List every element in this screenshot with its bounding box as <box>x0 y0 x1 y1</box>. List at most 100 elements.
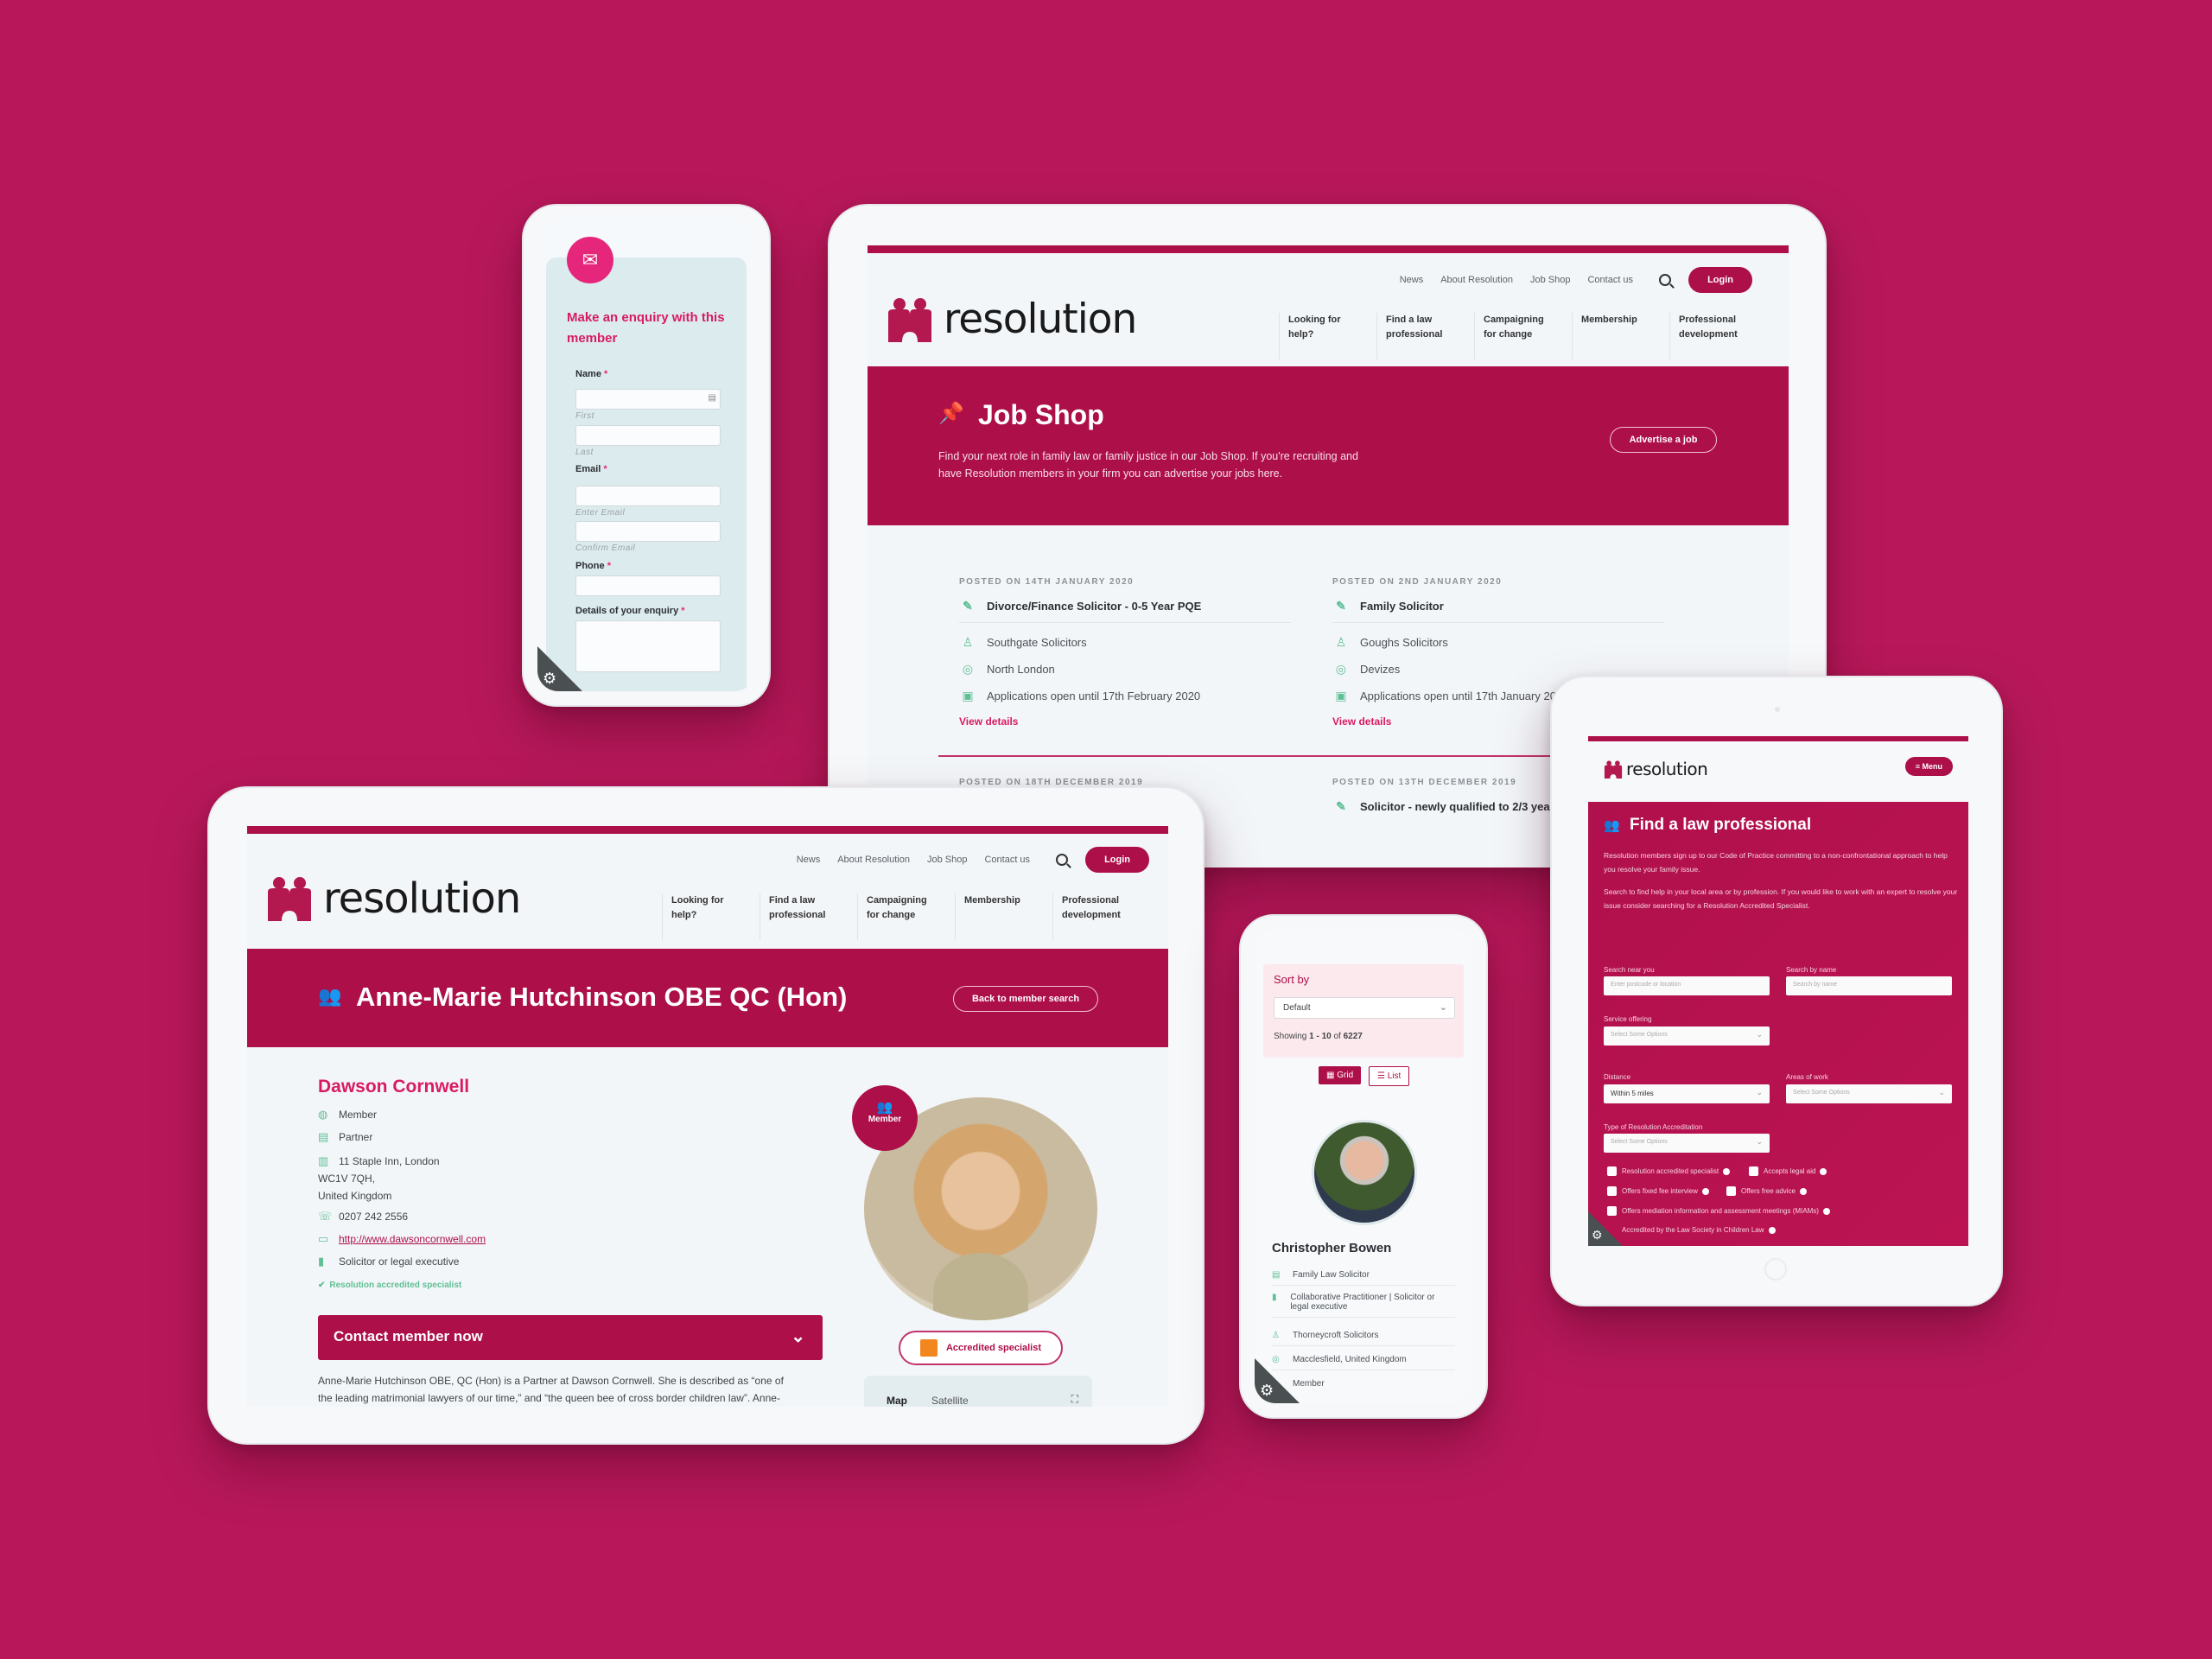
fullscreen-icon[interactable]: ⛶ <box>1071 1393 1078 1406</box>
nav-jobshop[interactable]: Job Shop <box>1530 275 1570 285</box>
list-view-button[interactable]: ☰ List <box>1369 1066 1410 1086</box>
info-icon[interactable] <box>1768 1226 1776 1234</box>
areas-of-work-select[interactable]: Select Some Options ⌄ <box>1786 1084 1952 1103</box>
nav-campaigning[interactable]: Campaigning for change <box>1474 313 1572 359</box>
profile-screen: resolution News About Resolution Job Sho… <box>247 826 1168 1407</box>
accredited-specialist-badge[interactable]: Accredited specialist <box>899 1331 1063 1365</box>
person-icon: ♙ <box>962 635 974 649</box>
nav-about[interactable]: About Resolution <box>1440 275 1513 285</box>
first-name-input[interactable]: ▤ <box>575 389 721 410</box>
info-icon[interactable] <box>1723 1167 1731 1175</box>
nav-about[interactable]: About Resolution <box>837 855 910 865</box>
nav-looking-for-help[interactable]: Looking for help? <box>662 893 760 940</box>
member-icon: ◍ <box>318 1108 328 1121</box>
info-icon[interactable] <box>1800 1187 1807 1195</box>
nav-find-law-professional[interactable]: Find a law professional <box>760 893 857 940</box>
gear-icon: ⚙ <box>543 670 557 687</box>
jobshop-intro: Find your next role in family law or fam… <box>938 450 1358 480</box>
resolution-mark-icon <box>268 877 311 921</box>
nav-membership[interactable]: Membership <box>1572 313 1669 359</box>
chevron-down-icon: ⌄ <box>1756 1030 1763 1039</box>
nav-professional-development[interactable]: Professional development <box>1669 313 1747 359</box>
utility-nav: News About Resolution Job Shop Contact u… <box>779 847 1149 873</box>
logo-wordmark: resolution <box>1626 759 1708 779</box>
info-icon[interactable] <box>1701 1187 1709 1195</box>
jobshop-title: Job Shop <box>978 399 1104 430</box>
chevron-down-icon: ⌄ <box>1439 1002 1447 1013</box>
monitor-icon: ▭ <box>318 1232 329 1245</box>
checkbox-fixed-fee[interactable]: Offers fixed fee interview <box>1607 1186 1709 1196</box>
pushpin-icon: ✎ <box>963 599 973 613</box>
logo-wordmark: resolution <box>323 874 521 923</box>
job-title[interactable]: ✎ Family Solicitor <box>1332 599 1664 623</box>
areas-of-work-label: Areas of work <box>1786 1073 1828 1081</box>
job-title[interactable]: ✎ Divorce/Finance Solicitor - 0-5 Year PQ… <box>959 599 1291 623</box>
nav-membership[interactable]: Membership <box>955 893 1052 940</box>
login-button[interactable]: Login <box>1085 847 1149 873</box>
nav-campaigning[interactable]: Campaigning for change <box>857 893 955 940</box>
books-icon: ▮ <box>318 1255 325 1268</box>
checkbox-children-law[interactable]: Accredited by the Law Society in Childre… <box>1607 1225 1776 1235</box>
resolution-logo[interactable]: resolution <box>887 296 1137 343</box>
member-name[interactable]: Christopher Bowen <box>1272 1241 1391 1255</box>
info-icon[interactable] <box>1822 1207 1830 1215</box>
nav-news[interactable]: News <box>1400 275 1424 285</box>
search-icon[interactable] <box>1056 854 1069 866</box>
search-name-input[interactable]: Search by name <box>1786 976 1952 995</box>
back-to-search-button[interactable]: Back to member search <box>953 986 1098 1012</box>
nav-professional-development[interactable]: Professional development <box>1052 893 1130 940</box>
checkbox-miams[interactable]: Offers mediation information and assessm… <box>1607 1206 1830 1216</box>
gear-icon: ⚙ <box>1260 1382 1274 1399</box>
nav-news[interactable]: News <box>797 855 821 865</box>
home-button[interactable] <box>1764 1258 1787 1281</box>
resolution-logo[interactable]: resolution <box>266 874 521 923</box>
contact-member-button[interactable]: Contact member now ⌄ <box>318 1315 823 1360</box>
search-icon[interactable] <box>1659 274 1672 286</box>
satellite-tab[interactable]: Satellite <box>931 1395 969 1407</box>
advertise-job-button[interactable]: Advertise a job <box>1610 427 1717 453</box>
nav-looking-for-help[interactable]: Looking for help? <box>1279 313 1376 359</box>
nav-find-law-professional[interactable]: Find a law professional <box>1376 313 1474 359</box>
service-offering-label: Service offering <box>1604 1015 1652 1023</box>
checkbox-legal-aid[interactable]: Accepts legal aid <box>1749 1166 1827 1176</box>
accredited-icon <box>919 1339 938 1357</box>
grid-view-button[interactable]: ▦ Grid <box>1319 1066 1362 1084</box>
job-firm: ♙ Southgate Solicitors <box>959 635 1291 650</box>
info-icon[interactable] <box>1820 1167 1827 1175</box>
checkbox-accredited-specialist[interactable]: Resolution accredited specialist <box>1607 1166 1731 1176</box>
map-widget[interactable]: Map Satellite ⛶ <box>864 1376 1092 1407</box>
details-textarea[interactable] <box>575 620 721 672</box>
cookie-settings-tab[interactable]: ⚙ <box>1588 1211 1623 1246</box>
location-pin-icon: ◎ <box>1335 662 1347 676</box>
confirm-email-input[interactable] <box>575 521 721 542</box>
nav-contact[interactable]: Contact us <box>984 855 1030 865</box>
chevron-down-icon: ⌄ <box>1938 1088 1945 1096</box>
map-tab[interactable]: Map <box>887 1395 907 1407</box>
service-offering-select[interactable]: Select Some Options ⌄ <box>1604 1027 1770 1046</box>
website-link[interactable]: http://www.dawsoncornwell.com <box>339 1233 486 1245</box>
resolution-logo[interactable]: resolution <box>1604 759 1708 779</box>
cookie-settings-tab[interactable]: ⚙ <box>1255 1358 1300 1403</box>
distance-select[interactable]: Within 5 miles ⌄ <box>1604 1084 1770 1103</box>
last-name-input[interactable] <box>575 425 721 446</box>
search-near-input[interactable]: Enter postcode or location <box>1604 976 1770 995</box>
sort-select[interactable]: Default ⌄ <box>1274 997 1455 1019</box>
website-row: ▭ http://www.dawsoncornwell.com <box>318 1232 486 1246</box>
checkbox-free-advice[interactable]: Offers free advice <box>1726 1186 1807 1196</box>
nav-contact[interactable]: Contact us <box>1587 275 1633 285</box>
view-details-link[interactable]: View details <box>959 715 1291 728</box>
pushpin-icon: ✎ <box>1336 599 1346 613</box>
list-icon: ☰ <box>1377 1071 1388 1081</box>
name-label: Name * <box>575 369 608 379</box>
login-button[interactable]: Login <box>1688 267 1752 293</box>
email-input[interactable] <box>575 486 721 506</box>
accreditation-type-select[interactable]: Select Some Options ⌄ <box>1604 1134 1770 1153</box>
cookie-settings-tab[interactable]: ⚙ <box>537 646 582 691</box>
id-badge-icon: ▤ <box>1272 1270 1281 1280</box>
search-near-label: Search near you <box>1604 966 1655 974</box>
intro-paragraph-2: Search to find help in your local area o… <box>1604 887 1958 910</box>
intro-paragraph-1: Resolution members sign up to our Code o… <box>1604 851 1948 874</box>
menu-button[interactable]: ≡ Menu <box>1904 757 1953 776</box>
nav-jobshop[interactable]: Job Shop <box>927 855 967 865</box>
phone-input[interactable] <box>575 575 721 596</box>
